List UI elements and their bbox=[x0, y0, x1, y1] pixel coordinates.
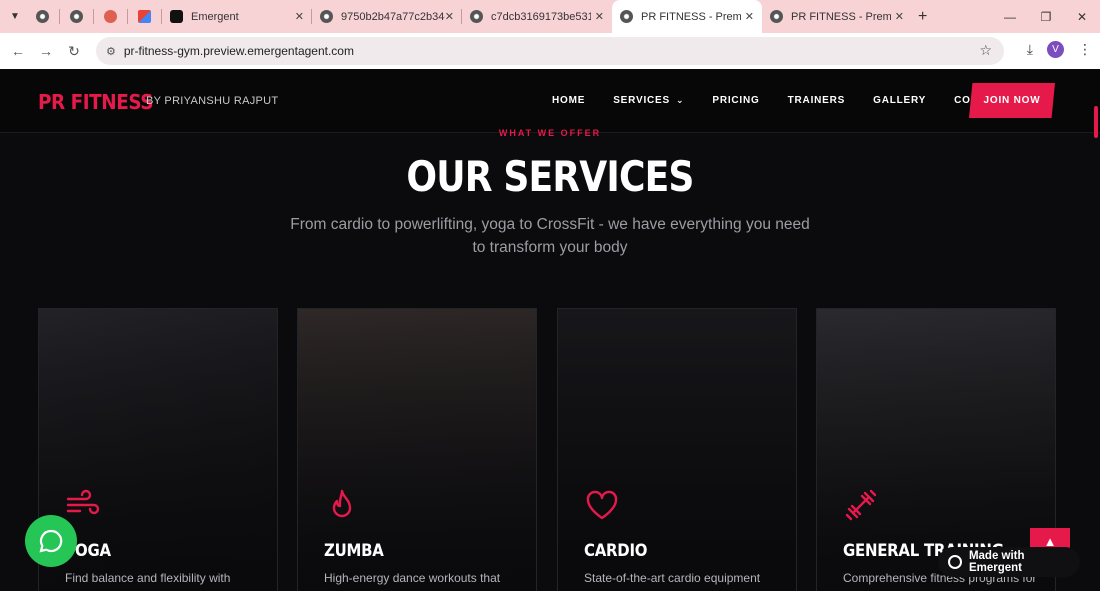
made-with-emergent-badge[interactable]: Made with Emergent bbox=[938, 547, 1080, 577]
site-settings-icon[interactable]: ⚙ bbox=[106, 45, 116, 58]
service-description: State-of-the-art cardio equipment bbox=[584, 571, 761, 585]
forward-icon[interactable]: → bbox=[32, 43, 60, 59]
close-icon[interactable]: ✕ bbox=[745, 10, 754, 23]
dumbbell-icon bbox=[845, 489, 877, 521]
globe-icon bbox=[770, 10, 783, 23]
window-controls: — ❐ ✕ bbox=[992, 0, 1100, 33]
heart-icon bbox=[586, 490, 618, 520]
service-card-zumba[interactable]: ZUMBA High-energy dance workouts that bbox=[297, 308, 537, 591]
nav-services[interactable]: SERVICES ⌄ bbox=[613, 95, 684, 106]
close-icon[interactable]: ✕ bbox=[295, 10, 304, 23]
wind-icon bbox=[66, 489, 100, 515]
url-field[interactable]: ⚙ pr-fitness-gym.preview.emergentagent.c… bbox=[96, 37, 1004, 65]
tab-title: 9750b2b47a77c2b34c bbox=[341, 10, 445, 23]
new-tab-icon[interactable]: + bbox=[918, 8, 927, 26]
service-card-cardio[interactable]: CARDIO State-of-the-art cardio equipment bbox=[557, 308, 797, 591]
browser-tab[interactable] bbox=[26, 0, 60, 33]
browser-tab[interactable] bbox=[60, 0, 94, 33]
globe-icon bbox=[470, 10, 483, 23]
flame-icon bbox=[332, 489, 352, 518]
section-heading: OUR SERVICES bbox=[406, 152, 694, 201]
toolbar-right: ⤓ V ⋮ bbox=[1027, 41, 1092, 58]
section-subtitle: From cardio to powerlifting, yoga to Cro… bbox=[290, 216, 810, 256]
site-navbar: PR FITNESS BY PRIYANSHU RAJPUT HOME SERV… bbox=[0, 70, 1100, 133]
chevron-down-icon: ⌄ bbox=[676, 95, 685, 105]
browser-tab[interactable] bbox=[128, 0, 162, 33]
nav-links: HOME SERVICES ⌄ PRICING TRAINERS GALLERY … bbox=[552, 95, 1036, 106]
browser-tab[interactable]: 9750b2b47a77c2b34c ✕ bbox=[312, 0, 462, 33]
profile-avatar[interactable]: V bbox=[1047, 41, 1064, 58]
browser-tab-active[interactable]: PR FITNESS - Premium ✕ bbox=[612, 0, 762, 33]
minimize-icon[interactable]: — bbox=[992, 10, 1028, 24]
back-icon[interactable]: ← bbox=[4, 43, 32, 59]
service-description: High-energy dance workouts that bbox=[324, 571, 501, 585]
close-icon[interactable]: ✕ bbox=[595, 10, 604, 23]
browser-tab[interactable]: c7dcb3169173be5313 ✕ bbox=[462, 0, 612, 33]
nav-label: TRAINERS bbox=[787, 95, 846, 106]
nav-pricing[interactable]: PRICING bbox=[712, 95, 759, 106]
nav-label: HOME bbox=[552, 95, 586, 106]
reload-icon[interactable]: ↻ bbox=[60, 43, 88, 60]
globe-icon bbox=[320, 10, 333, 23]
nav-trainers[interactable]: TRAINERS bbox=[788, 95, 846, 106]
menu-icon[interactable]: ⋮ bbox=[1078, 41, 1092, 58]
browser-tab[interactable]: PR FITNESS - Premium ✕ bbox=[762, 0, 912, 33]
browser-tab[interactable] bbox=[94, 0, 128, 33]
download-icon[interactable]: ⤓ bbox=[1027, 41, 1033, 58]
emergent-logo-icon bbox=[948, 555, 962, 569]
service-description: Find balance and flexibility with bbox=[65, 571, 231, 585]
globe-icon bbox=[70, 10, 83, 23]
close-icon[interactable]: ✕ bbox=[445, 10, 454, 23]
emergent-icon bbox=[170, 10, 183, 23]
service-title: CARDIO bbox=[584, 541, 648, 561]
join-now-button[interactable]: JOIN NOW bbox=[969, 83, 1055, 118]
bookmark-star-icon[interactable]: ☆ bbox=[979, 42, 992, 59]
close-icon[interactable]: ✕ bbox=[895, 10, 904, 23]
close-window-icon[interactable]: ✕ bbox=[1064, 10, 1100, 24]
nav-gallery[interactable]: GALLERY bbox=[873, 95, 926, 106]
site-logo[interactable]: PR FITNESS bbox=[38, 90, 154, 114]
whatsapp-icon bbox=[39, 529, 63, 553]
nav-home[interactable]: HOME bbox=[552, 95, 585, 106]
address-bar: ← → ↻ ⚙ pr-fitness-gym.preview.emergenta… bbox=[0, 33, 1100, 69]
tab-title: c7dcb3169173be5313 bbox=[491, 10, 591, 23]
restore-icon[interactable]: ❐ bbox=[1028, 10, 1064, 24]
red-favicon-icon bbox=[104, 10, 117, 23]
logo-subtitle: BY PRIYANSHU RAJPUT bbox=[146, 95, 279, 107]
tab-search-chevron-icon[interactable]: ▼ bbox=[4, 6, 26, 28]
nav-label: GALLERY bbox=[873, 95, 927, 106]
nav-label: SERVICES bbox=[613, 95, 670, 106]
tab-title: PR FITNESS - Premium bbox=[641, 10, 741, 23]
browser-tab-emergent[interactable]: Emergent ✕ bbox=[162, 0, 312, 33]
globe-icon bbox=[620, 10, 633, 23]
tab-title: PR FITNESS - Premium bbox=[791, 10, 891, 23]
browser-tab-strip: ▼ Emergent ✕ 9750b2b47a77c2b34c ✕ c7dcb3… bbox=[0, 0, 1100, 33]
url-text: pr-fitness-gym.preview.emergentagent.com bbox=[123, 44, 354, 58]
whatsapp-chat-button[interactable] bbox=[25, 515, 77, 567]
website-viewport: PR FITNESS BY PRIYANSHU RAJPUT HOME SERV… bbox=[0, 70, 1100, 591]
service-title: ZUMBA bbox=[324, 541, 384, 561]
badge-label: Made with Emergent bbox=[968, 550, 1025, 574]
globe-icon bbox=[36, 10, 49, 23]
gmail-icon bbox=[138, 10, 151, 23]
tab-title: Emergent bbox=[191, 10, 239, 23]
section-eyebrow: WHAT WE OFFER bbox=[498, 128, 602, 138]
nav-label: PRICING bbox=[712, 95, 760, 106]
